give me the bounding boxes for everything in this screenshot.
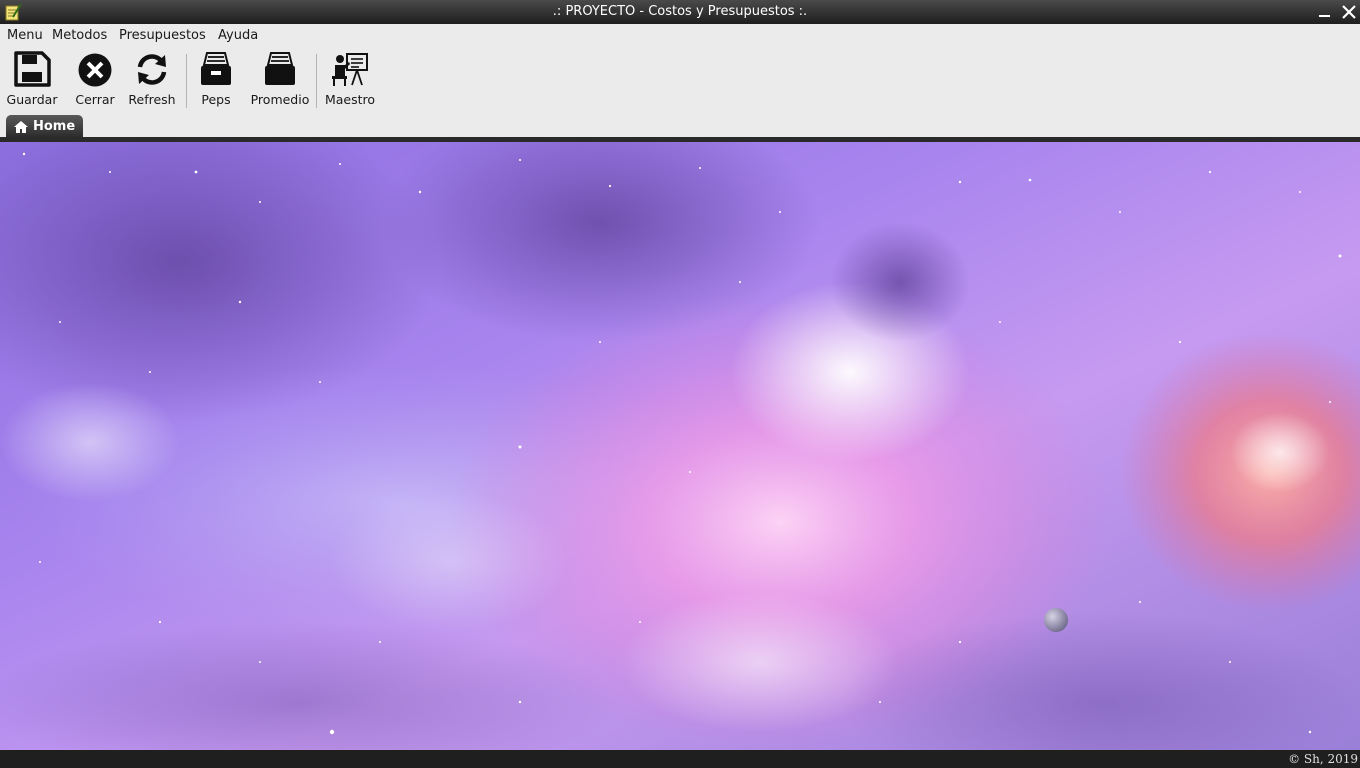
- promedio-label: Promedio: [250, 92, 310, 107]
- guardar-label: Guardar: [6, 92, 58, 107]
- refresh-button[interactable]: Refresh: [128, 50, 176, 110]
- minimize-icon[interactable]: [1316, 3, 1334, 21]
- status-bar: © Sh, 2019: [0, 750, 1360, 768]
- maestro-button[interactable]: Maestro: [324, 50, 376, 110]
- home-icon: [14, 121, 28, 133]
- peps-label: Peps: [201, 92, 231, 107]
- menu-item-menu[interactable]: Menu: [7, 24, 43, 48]
- toolbar-separator: [186, 54, 187, 108]
- teacher-board-icon: [332, 53, 368, 86]
- cerrar-button[interactable]: Cerrar: [72, 50, 118, 110]
- window-title: .: PROYECTO - Costos y Presupuestos :.: [552, 4, 808, 19]
- promedio-button[interactable]: Promedio: [250, 50, 310, 110]
- peps-button[interactable]: Peps: [194, 50, 238, 110]
- nebula-background: [0, 142, 1360, 750]
- toolbar: Guardar Cerrar Refresh Peps Promedio Mae…: [0, 48, 1360, 112]
- guardar-button[interactable]: Guardar: [6, 50, 58, 110]
- inbox-tray-icon: [265, 52, 295, 85]
- refresh-icon: [137, 54, 167, 85]
- archive-tray-icon: [201, 52, 231, 85]
- copyright-text: © Sh, 2019: [1288, 752, 1358, 766]
- tab-home-label: Home: [33, 119, 76, 134]
- app-window: .: PROYECTO - Costos y Presupuestos :. M…: [0, 0, 1360, 768]
- tab-strip: Home: [0, 112, 1360, 138]
- refresh-label: Refresh: [128, 92, 176, 107]
- close-icon[interactable]: [1340, 3, 1358, 21]
- menu-item-metodos[interactable]: Metodos: [52, 24, 107, 48]
- menu-item-presupuestos[interactable]: Presupuestos: [119, 24, 206, 48]
- title-bar[interactable]: .: PROYECTO - Costos y Presupuestos :.: [0, 0, 1360, 24]
- save-icon: [14, 51, 51, 87]
- galaxy-wallpaper: [0, 142, 1360, 750]
- close-circle-icon: [78, 53, 112, 87]
- menu-item-ayuda[interactable]: Ayuda: [218, 24, 258, 48]
- maestro-label: Maestro: [324, 92, 376, 107]
- toolbar-separator: [316, 54, 317, 108]
- tab-home[interactable]: Home: [6, 115, 84, 138]
- menu-bar: Menu Metodos Presupuestos Ayuda: [0, 24, 1360, 48]
- cerrar-label: Cerrar: [75, 92, 115, 107]
